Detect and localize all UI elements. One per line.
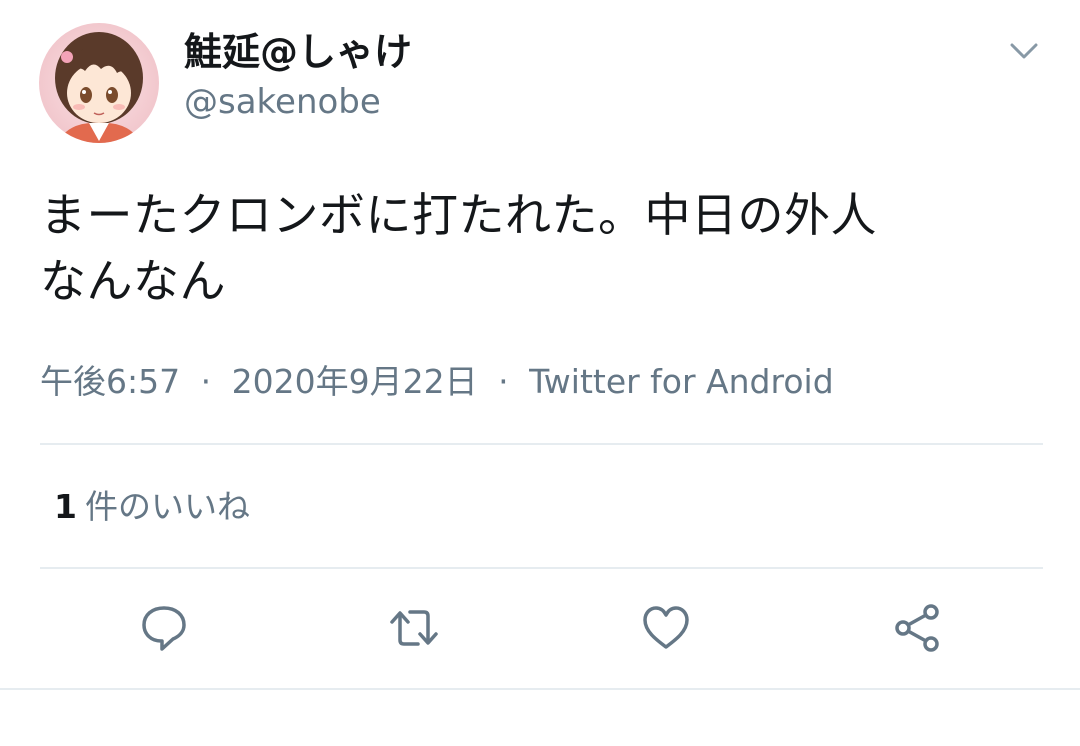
share-button[interactable] <box>889 600 945 656</box>
likes-stat[interactable]: 1 件のいいね <box>54 485 250 529</box>
tweet-text: まーたクロンボに打たれた。中日の外人 なんなん <box>40 182 1050 314</box>
tweet-detail: 鮭延@しゃけ @sakenobe まーたクロンボに打たれた。中日の外人 なんなん… <box>0 0 1080 746</box>
username-handle[interactable]: @sakenobe <box>184 80 381 124</box>
reply-button[interactable] <box>136 600 192 656</box>
chevron-down-icon[interactable] <box>1006 32 1042 68</box>
tweet-source-link[interactable]: Twitter for Android <box>529 362 834 401</box>
retweet-button[interactable] <box>386 600 442 656</box>
tweet-meta: 午後6:57 · 2020年9月22日 · Twitter for Androi… <box>40 360 834 404</box>
divider <box>40 567 1043 569</box>
tweet-text-line: なんなん <box>40 254 226 308</box>
avatar-image <box>39 23 159 143</box>
like-button[interactable] <box>638 600 694 656</box>
meta-separator: · <box>200 362 212 401</box>
display-name[interactable]: 鮭延@しゃけ <box>184 28 412 76</box>
share-icon <box>895 604 939 652</box>
retweet-icon <box>390 610 438 646</box>
heart-icon <box>643 606 689 649</box>
avatar[interactable] <box>39 23 159 143</box>
tweet-date[interactable]: 2020年9月22日 <box>232 362 478 401</box>
divider <box>0 688 1080 690</box>
reply-bubble-icon <box>142 606 186 651</box>
meta-separator: · <box>498 362 509 401</box>
tweet-time[interactable]: 午後6:57 <box>40 362 180 401</box>
like-count: 1 <box>54 487 77 526</box>
like-label: 件のいいね <box>84 487 250 526</box>
tweet-text-line: まーたクロンボに打たれた。中日の外人 <box>40 188 877 242</box>
divider <box>40 443 1043 445</box>
